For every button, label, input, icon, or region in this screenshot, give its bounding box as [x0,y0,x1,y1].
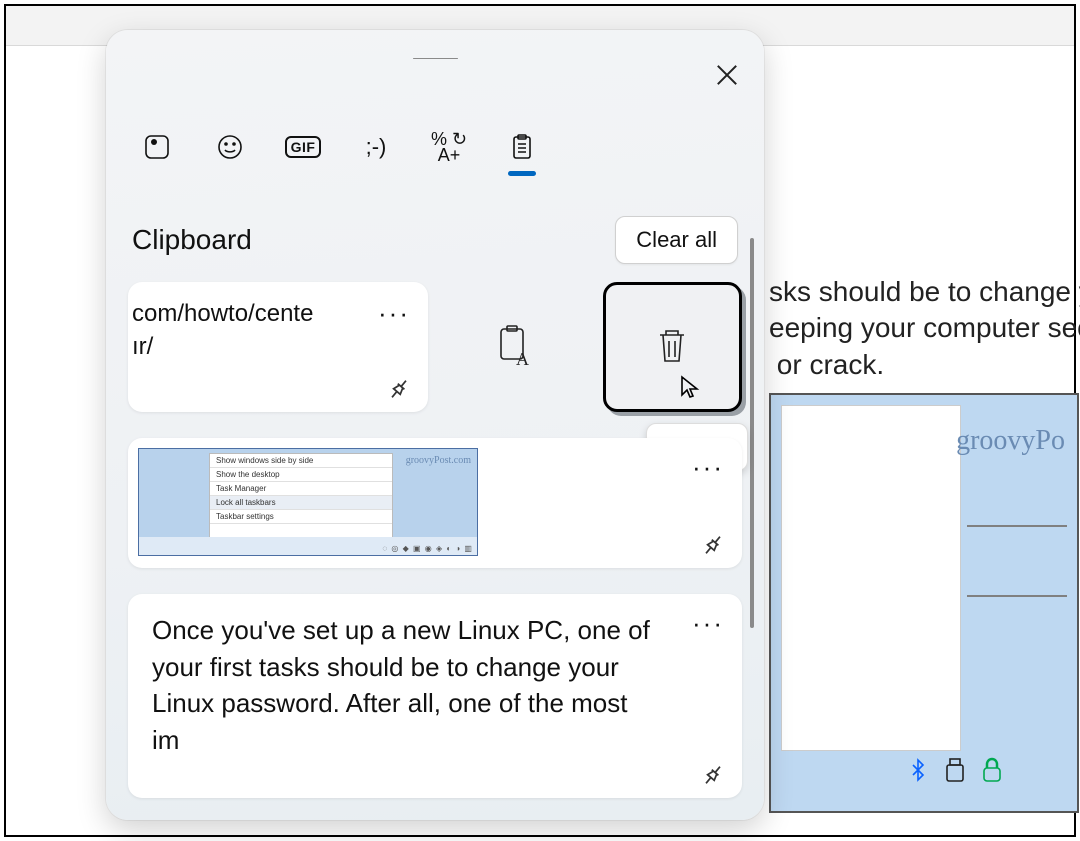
svg-text:A: A [516,349,529,369]
clipboard-text-snippet: com/howto/cente ır/ [132,298,410,363]
symbols-icon: % ↻A+ [431,131,467,163]
bluetooth-icon[interactable] [906,758,930,789]
more-icon[interactable]: ··· [378,298,410,329]
gif-icon: GIF [285,136,322,158]
pin-icon[interactable] [381,371,418,408]
more-icon[interactable]: ··· [692,608,724,639]
background-logo: groovyPo [956,425,1065,457]
active-tab-indicator [508,171,536,176]
clipboard-icon [508,133,536,161]
sticker-icon [143,133,171,161]
bg-line [967,595,1067,597]
background-embedded-screenshot: groovyPo [769,393,1079,813]
tab-gif[interactable]: GIF [284,128,322,166]
emoji-clipboard-panel: GIF ;-) % ↻A+ Clipboard Clear all com/ho… [106,30,764,820]
security-lock-icon[interactable] [980,757,1004,790]
tab-stickers[interactable] [138,128,176,166]
close-icon[interactable] [714,62,740,88]
clear-all-button[interactable]: Clear all [615,216,738,264]
bg-line [967,525,1067,527]
tab-kaomoji[interactable]: ;-) [357,128,395,166]
clipboard-entries: com/howto/cente ır/ ··· A Delete g [128,282,742,798]
mouse-cursor-icon [678,375,702,399]
paste-as-text-button[interactable]: A [446,282,585,412]
panel-tabs: GIF ;-) % ↻A+ [128,128,742,166]
tab-clipboard[interactable] [503,128,541,166]
tab-emoji[interactable] [211,128,249,166]
clipboard-item-text[interactable]: Once you've set up a new Linux PC, one o… [128,594,742,798]
thumb-context-menu: Show windows side by side Show the deskt… [209,453,393,543]
window-frame: sks should be to change y eeping your co… [4,4,1076,837]
more-icon[interactable]: ··· [692,452,724,483]
entry-row-expanded: com/howto/cente ır/ ··· A Delete [128,282,742,412]
clipboard-text-snippet: Once you've set up a new Linux PC, one o… [152,612,662,758]
tab-symbols[interactable]: % ↻A+ [430,128,468,166]
clipboard-item-image[interactable]: groovyPost.com Show windows side by side… [128,438,742,568]
emoji-icon [216,133,244,161]
pin-icon[interactable] [695,757,732,794]
thumb-watermark: groovyPost.com [406,455,471,466]
paste-as-text-icon: A [495,325,535,369]
scrollbar[interactable] [750,238,754,628]
pin-icon[interactable] [695,527,732,564]
section-header: Clipboard Clear all [128,216,742,264]
system-tray [906,757,1004,790]
background-article-text: sks should be to change y eeping your co… [769,274,1080,383]
clipboard-item-text[interactable]: com/howto/cente ır/ ··· [128,282,428,412]
section-title: Clipboard [132,224,252,256]
image-thumbnail: groovyPost.com Show windows side by side… [138,448,478,556]
usb-drive-icon[interactable] [944,757,966,790]
trash-icon [652,325,692,369]
delete-button[interactable]: Delete [603,282,742,412]
kaomoji-icon: ;-) [366,134,387,160]
